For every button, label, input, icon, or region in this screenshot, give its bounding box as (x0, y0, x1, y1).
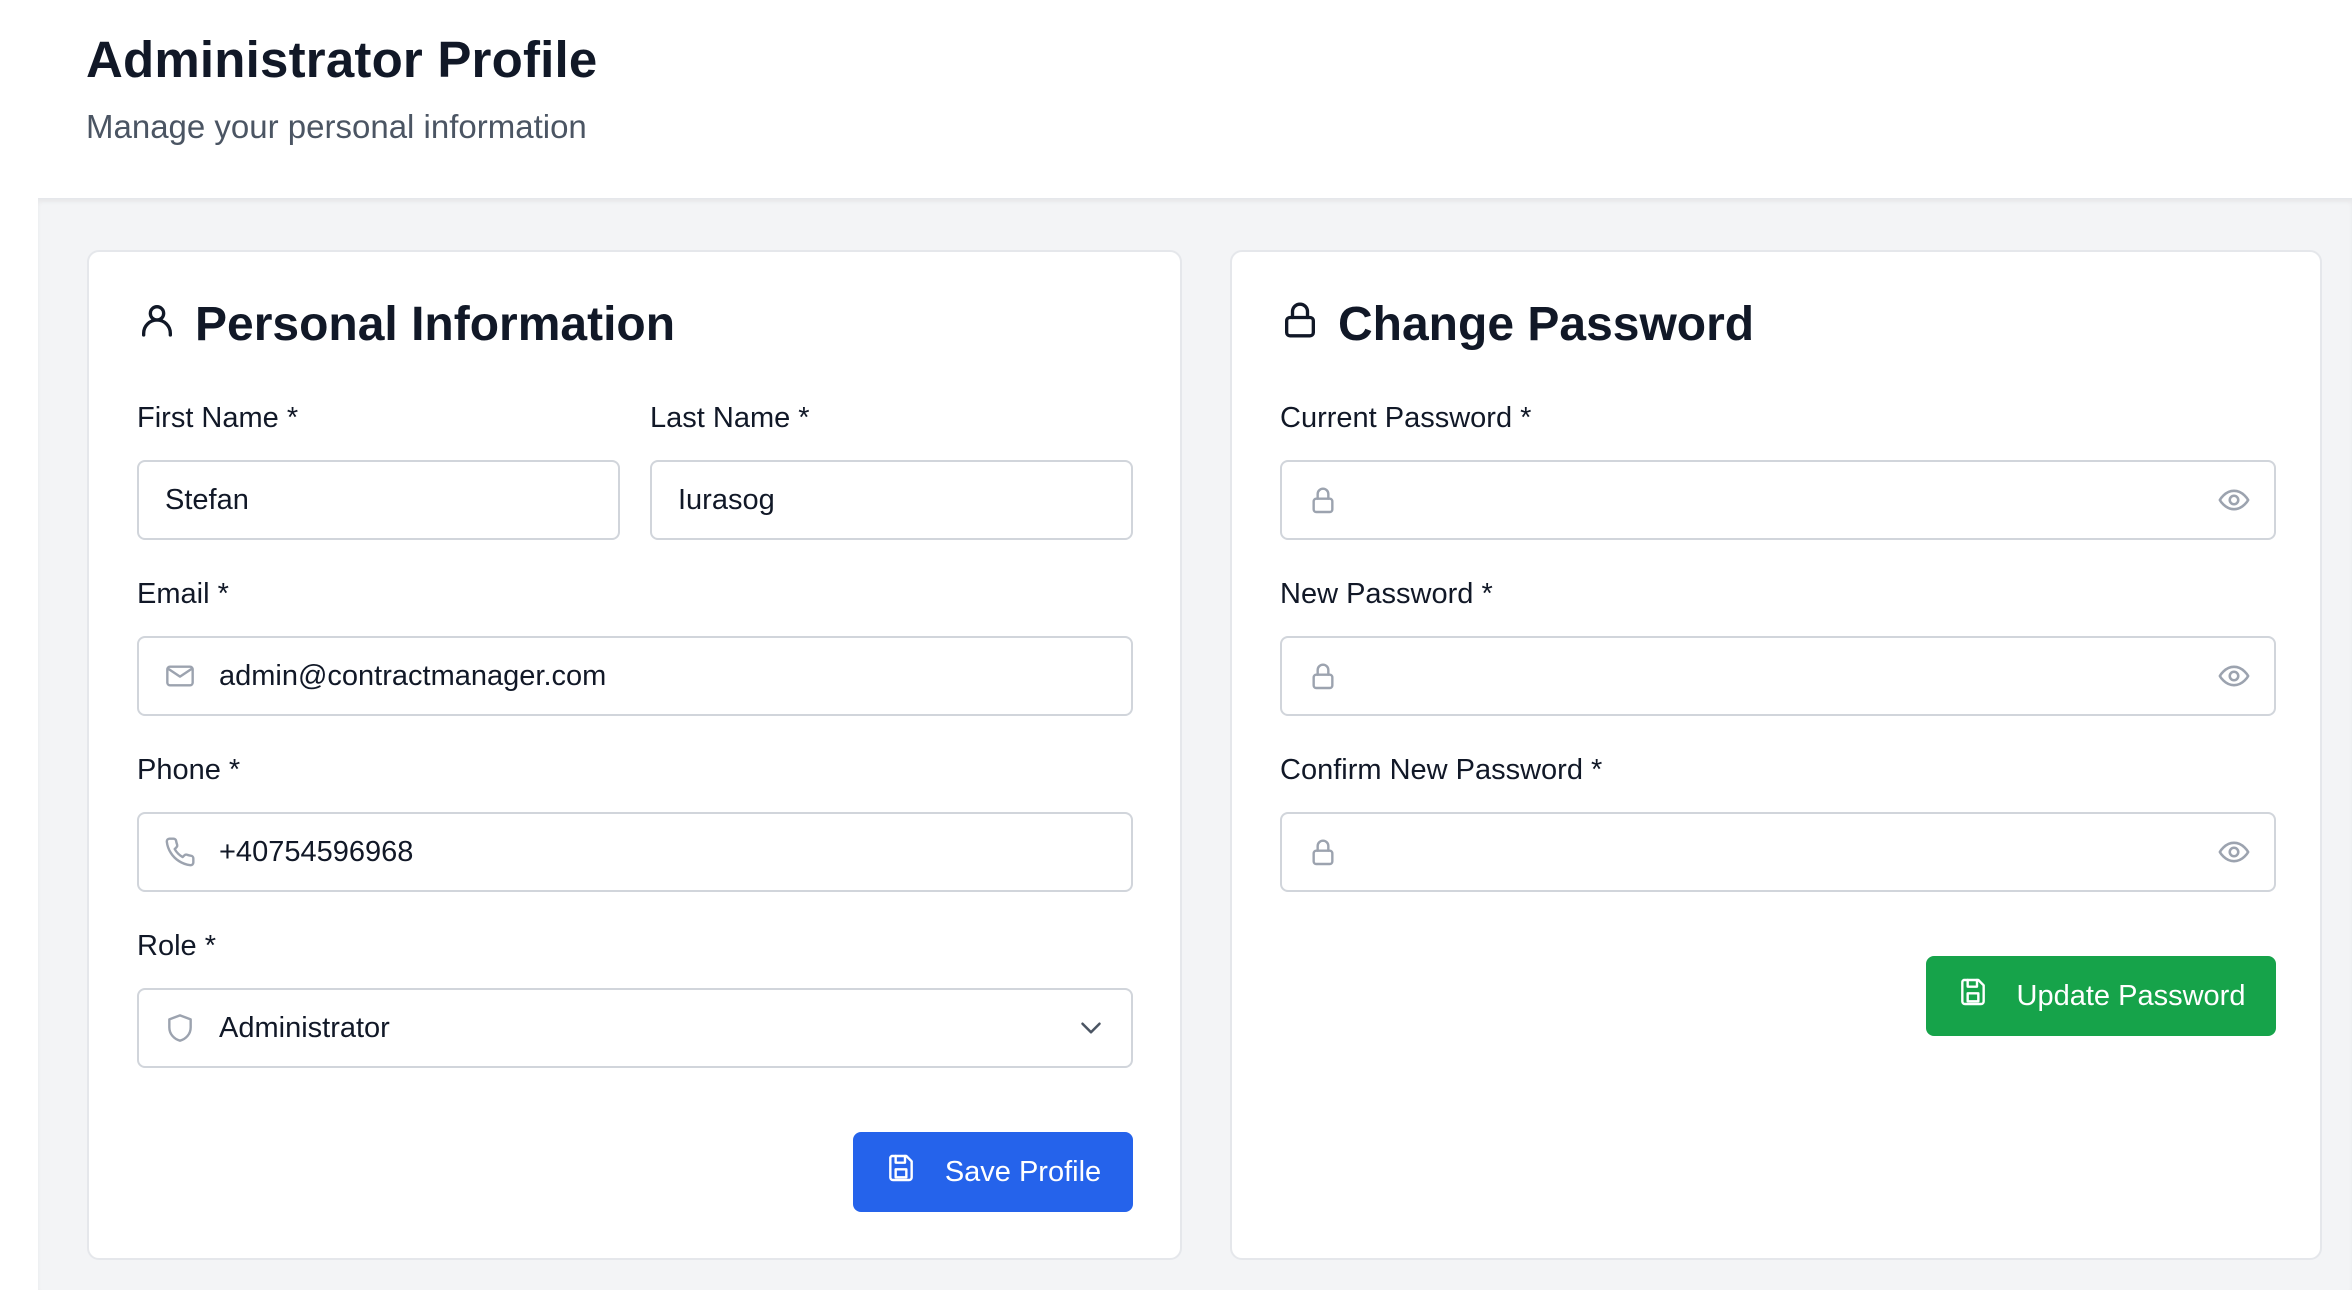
current-password-label: Current Password * (1280, 402, 1532, 434)
confirm-password-label: Confirm New Password * (1280, 754, 1603, 786)
last-name-value: Iurasog (678, 483, 775, 516)
update-password-label: Update Password (2016, 979, 2246, 1012)
change-password-title: Change Password (1338, 297, 1755, 351)
role-value: Administrator (219, 1011, 390, 1044)
confirm-password-field[interactable] (1280, 812, 2276, 892)
phone-label: Phone * (137, 754, 241, 786)
update-password-button[interactable]: Update Password (1926, 956, 2276, 1036)
main-content: Personal Information First Name * Stefan… (38, 198, 2352, 1290)
save-icon (1957, 976, 1989, 1016)
email-label: Email * (137, 578, 229, 610)
eye-icon[interactable] (2216, 658, 2252, 694)
email-value: admin@contractmanager.com (219, 659, 607, 692)
save-icon (885, 1152, 917, 1192)
last-name-label: Last Name * (650, 402, 810, 434)
shield-icon (163, 1011, 197, 1045)
lock-icon (1306, 659, 1340, 693)
chevron-down-icon[interactable] (1073, 1010, 1109, 1046)
page-title: Administrator Profile (86, 31, 598, 88)
mail-icon (163, 659, 197, 693)
first-name-field[interactable]: Stefan (137, 460, 620, 540)
page-subtitle: Manage your personal information (86, 108, 587, 145)
phone-field[interactable]: +40754596968 (137, 812, 1133, 892)
phone-value: +40754596968 (219, 835, 414, 868)
email-field[interactable]: admin@contractmanager.com (137, 636, 1133, 716)
save-profile-label: Save Profile (944, 1155, 1102, 1188)
personal-information-card: Personal Information First Name * Stefan… (87, 250, 1182, 1260)
change-password-heading: Change Password (1280, 296, 1754, 352)
eye-icon[interactable] (2216, 834, 2252, 870)
phone-icon (163, 835, 197, 869)
personal-information-title: Personal Information (195, 297, 676, 351)
lock-icon (1280, 297, 1320, 352)
last-name-field[interactable]: Iurasog (650, 460, 1133, 540)
lock-icon (1306, 483, 1340, 517)
first-name-label: First Name * (137, 402, 299, 434)
save-profile-button[interactable]: Save Profile (853, 1132, 1133, 1212)
page-header: Administrator Profile Manage your person… (0, 0, 2352, 198)
new-password-label: New Password * (1280, 578, 1493, 610)
eye-icon[interactable] (2216, 482, 2252, 518)
role-label: Role * (137, 930, 216, 962)
current-password-field[interactable] (1280, 460, 2276, 540)
first-name-value: Stefan (165, 483, 249, 516)
lock-icon (1306, 835, 1340, 869)
change-password-card: Change Password Current Password * New P… (1230, 250, 2322, 1260)
role-select[interactable]: Administrator (137, 988, 1133, 1068)
user-icon (137, 297, 177, 352)
new-password-field[interactable] (1280, 636, 2276, 716)
personal-information-heading: Personal Information (137, 296, 675, 352)
